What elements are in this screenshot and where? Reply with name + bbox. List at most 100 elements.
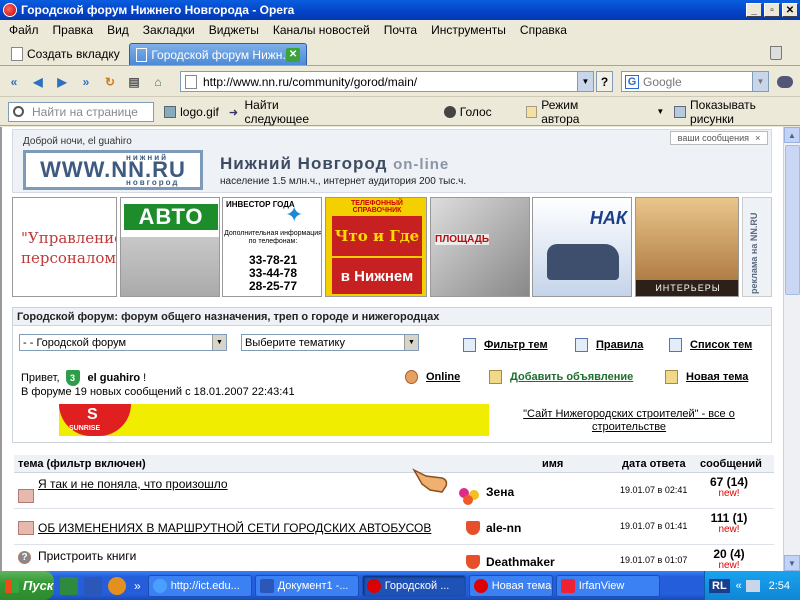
menu-feeds[interactable]: Каналы новостей [266,23,377,37]
start-button[interactable]: Пуск [0,571,54,600]
tray-expand-icon[interactable]: « [736,580,742,592]
menu-view[interactable]: Вид [100,23,136,37]
menu-bookmarks[interactable]: Закладки [136,23,202,37]
builders-link[interactable]: "Сайт Нижегородских строителей" - все о … [509,408,749,434]
rules-link[interactable]: Правила [575,338,643,352]
menu-widgets[interactable]: Виджеты [202,23,266,37]
home-icon[interactable]: ⌂ [150,74,166,90]
excel-icon[interactable] [60,576,78,595]
task-ie[interactable]: http://ict.edu... [147,574,252,597]
col-date[interactable]: дата ответа [622,458,686,470]
messages-button[interactable]: ваши сообщения × [670,131,768,145]
table-row[interactable]: ОБ ИЗМЕНЕНИЯХ В МАРШРУТНОЙ СЕТИ ГОРОДСКИ… [14,511,774,545]
banner-personnel[interactable]: "Управление персоналом" [12,197,117,297]
voice-button[interactable]: Голос [443,104,492,119]
vertical-scrollbar[interactable]: ▲ ▼ [783,127,800,571]
maximize-button[interactable]: ▫ [764,3,780,17]
find-on-page-input[interactable]: Найти на странице [8,101,155,122]
show-images-button[interactable]: Показывать рисунки [674,98,800,126]
topic-author[interactable]: ale-nn [486,521,521,535]
menu-tools[interactable]: Инструменты [424,23,513,37]
close-tab-icon[interactable]: ✕ [286,47,300,62]
sunrise-banner[interactable]: S SUNRISE [59,404,489,436]
minimize-button[interactable]: _ [746,3,762,17]
menu-mail[interactable]: Почта [377,23,424,37]
new-topic-link[interactable]: Новая тема [665,370,748,384]
back-icon[interactable]: ◀ [30,74,46,90]
star-icon: ✦ [285,202,304,227]
banner-nak[interactable]: НАК [532,197,632,297]
topic-select[interactable]: Выберите тематику ▼ [241,334,419,351]
reload-icon[interactable]: ↻ [102,74,118,90]
trash-icon[interactable] [770,46,782,60]
site-logo[interactable]: нижний WWW.NN.RU новгород [23,150,203,190]
topic-author[interactable]: Deathmaker [486,555,555,569]
menu-edit[interactable]: Правка [46,23,101,37]
rewind-icon[interactable]: « [6,74,22,90]
scroll-thumb[interactable] [785,145,800,295]
tab-forum[interactable]: Городской форум Нижн... ✕ [128,43,307,65]
task-irfanview[interactable]: IrfanView [555,574,660,597]
task-new-topic[interactable]: Новая тема [468,574,553,597]
network-icon[interactable] [745,579,760,592]
add-ad-link[interactable]: Добавить объявление [489,370,633,384]
word-doc-icon [259,578,274,593]
logo-gif-button[interactable]: logo.gif [164,105,219,119]
banner-directory-main: Что и Где [332,216,422,256]
topic-link[interactable]: ОБ ИЗМЕНЕНИЯХ В МАРШРУТНОЙ СЕТИ ГОРОДСКИ… [38,521,431,535]
close-icon[interactable]: × [755,133,760,143]
new-tab-button[interactable]: Создать вкладку [4,43,127,65]
col-name[interactable]: имя [542,458,563,470]
more-icon[interactable]: » [134,579,141,593]
language-indicator[interactable]: RL [709,578,730,593]
topics-list-link[interactable]: Список тем [669,338,752,352]
banner-interiors[interactable]: ИНТЕРЬЕРЫ [635,197,739,297]
fast-forward-icon[interactable]: » [78,74,94,90]
table-row[interactable]: ? Пристроить книги Deathmaker 19.01.07 в… [14,547,774,571]
col-count[interactable]: сообщений [700,458,762,470]
topic-author[interactable]: Зена [486,485,514,499]
scroll-down-icon[interactable]: ▼ [784,555,800,571]
media-player-icon[interactable] [108,576,126,595]
table-row[interactable]: Я так и не поняла, что произошло Зена 19… [14,475,774,509]
close-window-button[interactable]: ✕ [782,3,798,17]
page-viewport[interactable]: Доброй ночи, el guahiro ваши сообщения ×… [0,127,800,571]
list-icon [669,338,682,352]
author-mode-button[interactable]: Режим автора ▼ [525,98,664,126]
hello-user[interactable]: el guahiro [88,372,141,384]
topic-link[interactable]: Пристроить книги [38,549,136,563]
banner-directory-head: ТЕЛЕФОННЫЙ СПРАВОЧНИК [351,200,403,214]
voice-label: Голос [459,104,492,119]
online-link[interactable]: Online [405,370,460,384]
word-icon[interactable] [84,576,102,595]
banner-directory[interactable]: ТЕЛЕФОННЫЙ СПРАВОЧНИК Что и Где в Нижнем [325,197,427,297]
topic-select-value: Выберите тематику [245,336,345,349]
print-icon[interactable]: ▤ [126,74,142,90]
address-field[interactable]: http://www.nn.ru/community/gorod/main/ ▼ [180,71,594,92]
search-field[interactable]: G Google ▼ [621,71,769,92]
find-next-button[interactable]: ➜ Найти следующее [229,98,344,126]
scroll-up-icon[interactable]: ▲ [784,127,800,143]
author-mode-dropdown-icon[interactable]: ▼ [656,107,664,116]
task-opera[interactable]: Городской ... [361,574,466,597]
task-word[interactable]: Документ1 -... [254,574,359,597]
forum-select-value: - - Городской форум [23,336,127,349]
banner-square[interactable]: ПЛОЩАДЬ [430,197,530,297]
menu-help[interactable]: Справка [513,23,574,37]
topic-count: 20 (4) [713,547,745,561]
search-dropdown-icon[interactable]: ▼ [752,72,768,91]
window-title-bar[interactable]: Городской форум Нижнего Новгорода - Oper… [0,0,800,20]
filter-link[interactable]: Фильтр тем [463,338,548,352]
address-dropdown-icon[interactable]: ▼ [577,72,593,91]
binocular-icon[interactable] [777,76,793,88]
banner-ads-vertical[interactable]: реклама на NN.RU [742,197,772,297]
col-topic[interactable]: тема (фильтр включен) [18,458,146,470]
start-label: Пуск [23,578,54,593]
forum-select[interactable]: - - Городской форум ▼ [19,334,227,351]
topic-link[interactable]: Я так и не поняла, что произошло [38,477,228,491]
menu-file[interactable]: Файл [2,23,46,37]
help-button[interactable]: ? [596,71,613,92]
banner-avto[interactable]: АВТО [120,197,220,297]
banner-investor[interactable]: ИНВЕСТОР ГОДА ✦ Дополнительная информаци… [222,197,322,297]
forward-icon[interactable]: ▶ [54,74,70,90]
